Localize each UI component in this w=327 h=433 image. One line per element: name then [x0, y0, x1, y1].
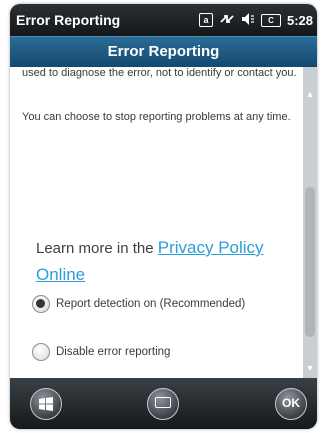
windows-start-button[interactable] [30, 388, 62, 420]
title-header: Error Reporting [10, 36, 317, 67]
bottom-menu-bar: OK [10, 378, 317, 429]
scroll-thumb[interactable] [305, 187, 315, 337]
radio-report-detection-on[interactable]: Report detection on (Recommended) [32, 295, 245, 313]
ok-button[interactable]: OK [275, 388, 307, 420]
learn-more-prefix: Learn more in the [36, 240, 158, 257]
status-time[interactable]: 5:28 [287, 13, 313, 28]
radio-button-selected[interactable] [32, 295, 50, 313]
page-title: Error Reporting [107, 43, 220, 60]
device-screen: Error Reporting a C 5:28 Error Reporting… [10, 4, 317, 429]
keyboard-icon [155, 397, 171, 409]
speaker-icon[interactable] [241, 12, 255, 29]
content-area: used to diagnose the error, not to ident… [10, 67, 303, 378]
vertical-scrollbar[interactable]: ▲ ▼ [303, 67, 317, 378]
status-bar: Error Reporting a C 5:28 [10, 4, 317, 36]
app-a-icon[interactable]: a [198, 13, 213, 27]
battery-icon[interactable]: C [260, 13, 281, 27]
stop-reporting-paragraph: You can choose to stop reporting problem… [22, 111, 291, 123]
learn-more-text: Learn more in the Privacy Policy Online [36, 235, 301, 289]
status-app-title: Error Reporting [16, 12, 121, 28]
windows-start-icon [39, 397, 53, 411]
privacy-text-paragraph: used to diagnose the error, not to ident… [22, 67, 297, 79]
keyboard-button[interactable] [147, 388, 179, 420]
radio-disable-error-reporting[interactable]: Disable error reporting [32, 343, 170, 361]
signal-arrows-icon[interactable] [219, 12, 235, 29]
scroll-down-arrow-icon[interactable]: ▼ [305, 363, 315, 373]
radio-label: Report detection on (Recommended) [56, 298, 246, 310]
status-icons: a C 5:28 [198, 10, 313, 30]
scroll-up-arrow-icon[interactable]: ▲ [305, 89, 315, 99]
radio-label: Disable error reporting [56, 346, 171, 358]
radio-button-unselected[interactable] [32, 343, 50, 361]
